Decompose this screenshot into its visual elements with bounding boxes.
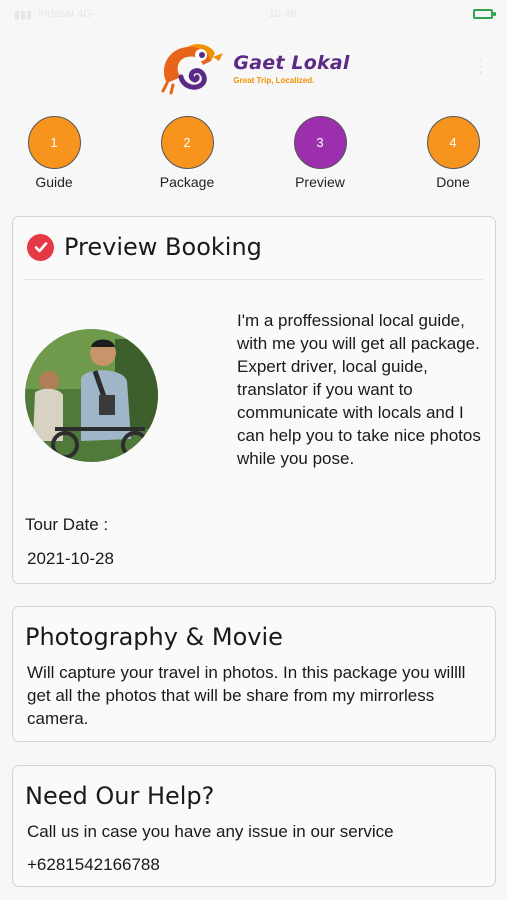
step-circle: 1	[27, 116, 81, 169]
booking-stepper: 1 Guide 2 Package 3 Preview 4 Done	[0, 116, 507, 192]
logo-text: Gaet Lokal Great Trip, Localized.	[233, 52, 349, 85]
step-number: 3	[316, 135, 324, 150]
package-title: Photography & Movie	[25, 623, 283, 651]
status-left: ▮▮▮ Indosat 4G	[14, 8, 92, 21]
step-package[interactable]: 2 Package	[147, 116, 227, 190]
preview-title: Preview Booking	[64, 233, 262, 261]
step-label: Done	[436, 174, 470, 190]
step-label: Package	[159, 174, 215, 190]
help-title: Need Our Help?	[25, 782, 215, 810]
package-description: Will capture your travel in photos. In t…	[27, 663, 466, 728]
step-preview[interactable]: 3 Preview	[280, 116, 360, 190]
check-circle-icon	[27, 233, 54, 261]
clock-label: 10.48	[268, 8, 297, 20]
more-options-icon[interactable]: · · ·	[478, 53, 483, 81]
carrier-label: Indosat 4G	[38, 8, 92, 20]
step-number: 2	[183, 135, 191, 150]
step-label: Preview	[295, 174, 345, 190]
step-circle: 2	[160, 116, 214, 169]
tour-date-label: Tour Date :	[25, 515, 109, 534]
help-card: Need Our Help? Call us in case you have …	[12, 765, 496, 887]
chameleon-logo-icon	[161, 44, 224, 95]
battery-icon	[473, 9, 496, 19]
app-tagline: Great Trip, Localized.	[233, 75, 315, 85]
status-bar: ▮▮▮ Indosat 4G 10.48	[0, 0, 507, 28]
preview-title-row: Preview Booking	[27, 233, 262, 261]
app-logo: Gaet Lokal Great Trip, Localized.	[157, 39, 349, 97]
step-number: 4	[449, 135, 457, 150]
step-done[interactable]: 4 Done	[413, 116, 493, 190]
signal-icon: ▮▮▮	[14, 8, 33, 21]
step-label: Guide	[35, 174, 73, 190]
step-guide[interactable]: 1 Guide	[14, 116, 94, 190]
help-phone[interactable]: +6281542166788	[27, 853, 487, 876]
help-description: Call us in case you have any issue in ou…	[27, 822, 394, 841]
step-number: 1	[50, 135, 58, 150]
preview-booking-card: Preview Booking I'm a proffessional loca…	[12, 216, 496, 584]
divider	[25, 279, 483, 280]
package-card: Photography & Movie Will capture your tr…	[12, 606, 496, 742]
guide-avatar	[25, 329, 158, 462]
guide-description: I'm a proffessional local guide, with me…	[237, 311, 481, 468]
step-circle: 4	[426, 116, 480, 169]
app-name: Gaet Lokal	[233, 51, 350, 74]
app-header: Gaet Lokal Great Trip, Localized.	[0, 30, 507, 106]
step-circle: 3	[293, 116, 347, 169]
tour-date-value: 2021-10-28	[27, 549, 114, 568]
